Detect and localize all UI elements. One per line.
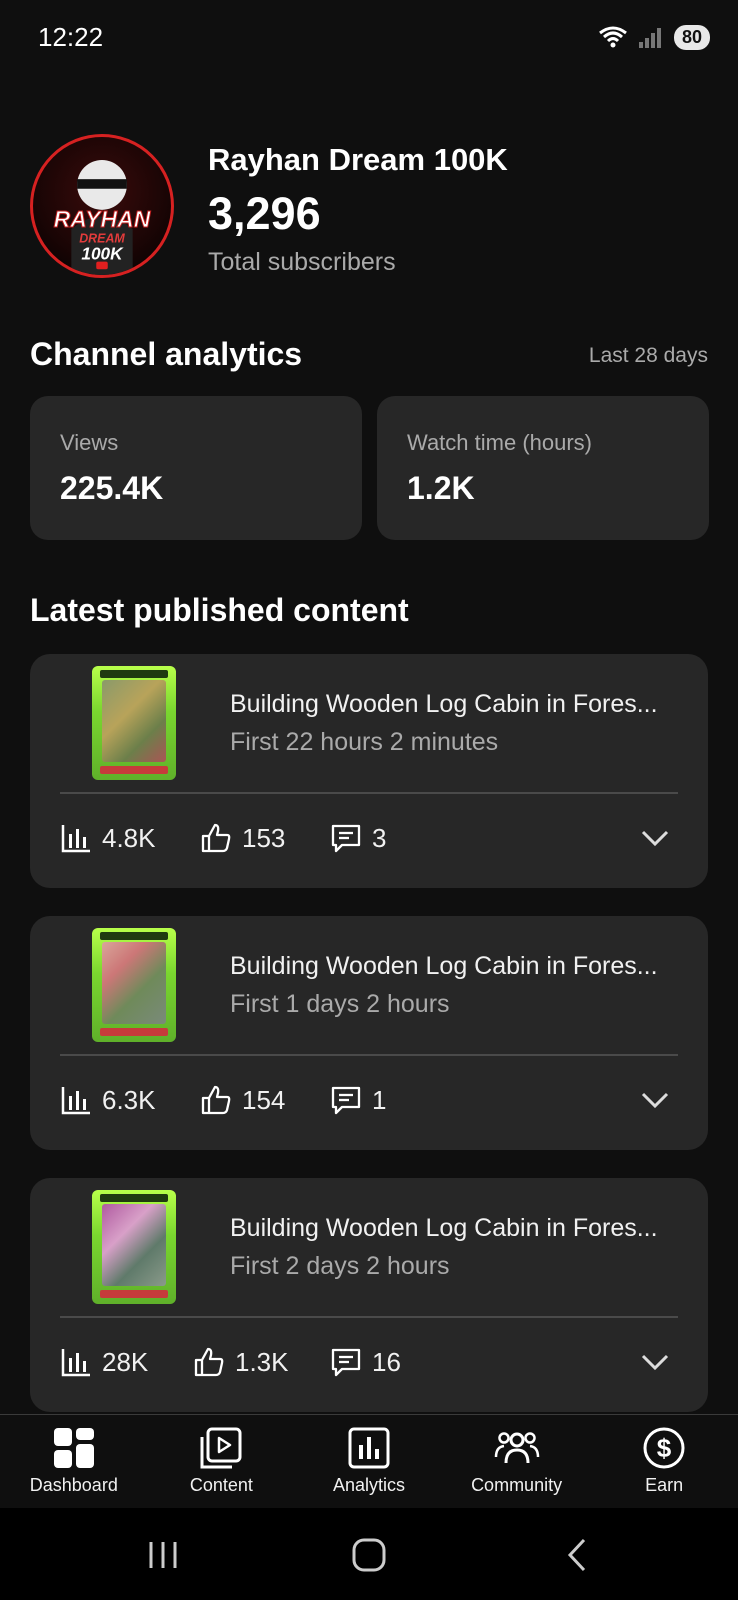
video-period: First 2 days 2 hours: [230, 1252, 450, 1280]
video-card[interactable]: Building Wooden Log Cabin in Fores... Fi…: [30, 654, 708, 888]
likes-value: 154: [242, 1084, 286, 1115]
nav-dashboard[interactable]: Dashboard: [0, 1415, 148, 1508]
nav-label: Analytics: [332, 1475, 405, 1495]
thumbs-up-icon: [201, 823, 231, 853]
video-period: First 1 days 2 hours: [230, 990, 450, 1018]
bar-chart-icon: [61, 1349, 90, 1377]
video-title[interactable]: Building Wooden Log Cabin in Fores...: [230, 952, 690, 981]
views-value: 28K: [102, 1346, 149, 1377]
likes-stat: 154: [200, 1084, 285, 1116]
likes-value: 153: [242, 822, 286, 853]
video-period: First 22 hours 2 minutes: [230, 728, 499, 756]
views-stat: 28K: [60, 1346, 148, 1378]
nav-analytics[interactable]: Analytics: [295, 1415, 443, 1508]
video-thumbnail[interactable]: [92, 1190, 176, 1304]
chevron-down-icon[interactable]: [640, 1350, 670, 1374]
analytics-icon: [348, 1427, 390, 1469]
nav-content[interactable]: Content: [148, 1415, 296, 1508]
analytics-title: Channel analytics: [30, 336, 303, 372]
metric-label: Views: [60, 430, 119, 455]
watch-time-card[interactable]: Watch time (hours) 1.2K: [377, 396, 709, 540]
subscriber-label: Total subscribers: [208, 248, 396, 276]
content-icon: [200, 1427, 242, 1469]
status-icons: 80: [598, 24, 710, 50]
nav-earn[interactable]: $ Earn: [590, 1415, 738, 1508]
likes-value: 1.3K: [235, 1346, 289, 1377]
views-stat: 6.3K: [60, 1084, 156, 1116]
nav-community[interactable]: Community: [443, 1415, 591, 1508]
latest-content-title: Latest published content: [30, 592, 409, 628]
video-thumbnail[interactable]: [92, 928, 176, 1042]
status-time: 12:22: [38, 22, 104, 52]
avatar-logo-text-3: 100K: [81, 244, 124, 264]
home-icon[interactable]: [349, 1536, 389, 1574]
comments-stat: 1: [330, 1084, 386, 1116]
comments-value: 3: [372, 822, 387, 853]
divider: [60, 1054, 678, 1056]
divider: [60, 1316, 678, 1318]
divider: [60, 792, 678, 794]
dashboard-icon: [53, 1428, 94, 1468]
nav-label: Earn: [645, 1475, 684, 1495]
nav-label: Community: [471, 1475, 563, 1495]
system-nav-bar: [0, 1508, 738, 1600]
metric-label: Watch time (hours): [407, 430, 593, 455]
video-title[interactable]: Building Wooden Log Cabin in Fores...: [230, 690, 690, 719]
likes-stat: 1.3K: [193, 1346, 289, 1378]
views-value: 6.3K: [102, 1084, 156, 1115]
svg-text:$: $: [657, 1433, 672, 1463]
wifi-icon: [599, 26, 627, 48]
thumbs-up-icon: [201, 1085, 231, 1115]
channel-header: RAYHAN DREAM 100K Rayhan Dream 100K 3,29…: [30, 134, 710, 284]
bottom-nav: Dashboard Content Analytics Community $ …: [0, 1414, 738, 1508]
bar-chart-icon: [61, 825, 90, 853]
nav-label: Dashboard: [29, 1475, 118, 1495]
video-card[interactable]: Building Wooden Log Cabin in Fores... Fi…: [30, 1178, 708, 1412]
recent-apps-icon[interactable]: [143, 1536, 183, 1574]
comments-value: 16: [372, 1346, 401, 1377]
analytics-period[interactable]: Last 28 days: [589, 344, 708, 368]
back-icon[interactable]: [558, 1536, 598, 1574]
comment-icon: [331, 824, 361, 853]
comments-stat: 16: [330, 1346, 401, 1378]
thumbs-up-icon: [194, 1347, 224, 1377]
channel-name: Rayhan Dream 100K: [208, 142, 508, 177]
status-bar: 12:22 80: [0, 0, 738, 78]
bar-chart-icon: [61, 1087, 90, 1115]
video-thumbnail[interactable]: [92, 666, 176, 780]
views-value: 4.8K: [102, 822, 156, 853]
comments-value: 1: [372, 1084, 387, 1115]
avatar-logo-text: RAYHAN: [54, 206, 151, 232]
signal-icon: [638, 28, 661, 48]
views-stat: 4.8K: [60, 822, 156, 854]
views-card[interactable]: Views 225.4K: [30, 396, 362, 540]
video-card[interactable]: Building Wooden Log Cabin in Fores... Fi…: [30, 916, 708, 1150]
battery-indicator: 80: [673, 24, 710, 50]
subscriber-count: 3,296: [208, 188, 321, 239]
nav-label: Content: [189, 1475, 253, 1495]
chevron-down-icon[interactable]: [640, 826, 670, 850]
likes-stat: 153: [200, 822, 285, 854]
metric-value: 1.2K: [407, 470, 475, 506]
chevron-down-icon[interactable]: [640, 1088, 670, 1112]
video-title[interactable]: Building Wooden Log Cabin in Fores...: [230, 1214, 690, 1243]
channel-avatar[interactable]: RAYHAN DREAM 100K: [30, 134, 174, 278]
community-icon: [494, 1432, 539, 1464]
metric-value: 225.4K: [60, 470, 164, 506]
comment-icon: [331, 1086, 361, 1115]
earn-icon: $: [643, 1427, 685, 1469]
comment-icon: [331, 1348, 361, 1377]
comments-stat: 3: [330, 822, 386, 854]
